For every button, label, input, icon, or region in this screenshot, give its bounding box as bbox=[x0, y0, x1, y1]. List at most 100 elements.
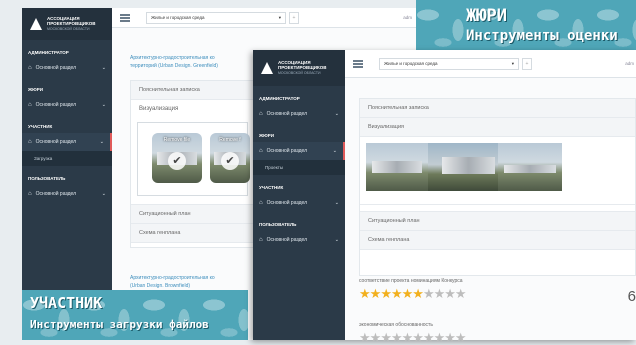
visualization-image[interactable] bbox=[428, 143, 498, 191]
sidebar-item-admin-main[interactable]: ⌂ Основной раздел ⌄ bbox=[253, 105, 345, 123]
chevron-down-icon: ▾ bbox=[278, 14, 281, 20]
participant-topbar: Жилье и городская среда ▾ + adm bbox=[112, 8, 422, 28]
row-master-plan[interactable]: Схема генплана bbox=[360, 231, 635, 250]
participant-sidebar: АССОЦИАЦИЯ ПРОЕКТИРОВЩИКОВ МОСКОВСКОЙ ОБ… bbox=[22, 8, 112, 338]
row-visualization[interactable]: Визуализация bbox=[360, 118, 635, 137]
project-title-brownfield[interactable]: Архитектурно-градостроительная ко (Urban… bbox=[130, 274, 215, 290]
chevron-down-icon: ⌄ bbox=[332, 148, 337, 154]
plus-icon[interactable]: + bbox=[522, 57, 532, 70]
sidebar-item-user-main[interactable]: ⌂ Основной раздел ⌄ bbox=[22, 185, 112, 203]
star-icon[interactable]: ★ bbox=[359, 286, 371, 301]
section-admin: АДМИНИСТРАТОР bbox=[28, 50, 69, 55]
row-visualization[interactable]: Визуализация bbox=[131, 100, 254, 118]
row-master-plan[interactable]: Схема генплана bbox=[131, 224, 254, 243]
star-icon[interactable]: ★ bbox=[380, 330, 392, 345]
star-icon[interactable]: ★ bbox=[359, 330, 371, 345]
project-card: Пояснительная записка Визуализация Ситуа… bbox=[359, 98, 636, 276]
home-icon: ⌂ bbox=[259, 111, 263, 117]
menu-icon[interactable] bbox=[120, 13, 130, 22]
project-title-line: (Urban Design. Brownfield) bbox=[130, 283, 191, 289]
jury-banner: ЖЮРИ Инструменты оценки bbox=[416, 0, 636, 54]
sidebar-item-jury-main[interactable]: ⌂ Основной раздел ⌄ bbox=[253, 142, 345, 160]
row-situation-plan[interactable]: Ситуационный план bbox=[360, 211, 635, 231]
star-icon[interactable]: ★ bbox=[444, 330, 456, 345]
star-icon[interactable]: ★ bbox=[455, 286, 467, 301]
star-icon[interactable]: ★ bbox=[434, 286, 446, 301]
section-participant: УЧАСТНИК bbox=[28, 124, 53, 129]
participant-banner: УЧАСТНИК Инструменты загрузки файлов bbox=[22, 290, 248, 340]
home-icon: ⌂ bbox=[259, 148, 263, 154]
criterion-1: соответствие проекта номинациям Конкурса… bbox=[359, 278, 636, 305]
uploaded-image[interactable]: Remove file ✔ bbox=[152, 133, 202, 183]
home-icon: ⌂ bbox=[28, 139, 32, 145]
sidebar-item-label: Основной раздел bbox=[266, 111, 308, 117]
admin-user[interactable]: adm bbox=[403, 15, 412, 20]
sidebar-item-jury-main[interactable]: ⌂ Основной раздел ⌄ bbox=[22, 96, 112, 114]
star-rating[interactable]: ★★★★★★★★★★ bbox=[359, 287, 636, 300]
remove-file-link[interactable]: Remove file bbox=[152, 137, 202, 143]
star-icon[interactable]: ★ bbox=[391, 330, 403, 345]
brand-logo[interactable]: АССОЦИАЦИЯ ПРОЕКТИРОВЩИКОВ МОСКОВСКОЙ ОБ… bbox=[22, 8, 112, 40]
star-icon[interactable]: ★ bbox=[434, 330, 446, 345]
sidebar-item-participant-main[interactable]: ⌂ Основной раздел ⌄ bbox=[22, 133, 112, 151]
logo-icon bbox=[30, 18, 42, 30]
menu-icon[interactable] bbox=[353, 59, 363, 68]
participant-banner-subtitle: Инструменты загрузки файлов bbox=[30, 318, 209, 331]
sidebar-item-admin-main[interactable]: ⌂ Основной раздел ⌄ bbox=[22, 59, 112, 77]
star-icon[interactable]: ★ bbox=[423, 330, 435, 345]
sidebar-item-label: Основной раздел bbox=[35, 191, 77, 197]
star-icon[interactable]: ★ bbox=[402, 286, 414, 301]
chevron-down-icon: ⌄ bbox=[334, 111, 339, 117]
sidebar-subitem-projects[interactable]: Проекты bbox=[253, 160, 345, 175]
row-explanatory-note[interactable]: Пояснительная записка bbox=[360, 99, 635, 118]
star-icon[interactable]: ★ bbox=[444, 286, 456, 301]
chevron-down-icon: ▾ bbox=[511, 60, 514, 66]
section-jury: ЖЮРИ bbox=[28, 87, 43, 92]
chevron-down-icon: ⌄ bbox=[334, 237, 339, 243]
star-icon[interactable]: ★ bbox=[391, 286, 403, 301]
sidebar-item-user-main[interactable]: ⌂ Основной раздел ⌄ bbox=[253, 231, 345, 249]
star-icon[interactable]: ★ bbox=[370, 286, 382, 301]
star-icon[interactable]: ★ bbox=[370, 330, 382, 345]
sidebar-item-participant-main[interactable]: ⌂ Основной раздел ⌄ bbox=[253, 194, 345, 212]
star-icon[interactable]: ★ bbox=[455, 330, 467, 345]
star-icon[interactable]: ★ bbox=[423, 286, 435, 301]
chevron-down-icon: ⌄ bbox=[101, 102, 106, 108]
sidebar-item-label: Основной раздел bbox=[266, 237, 308, 243]
section-jury: ЖЮРИ bbox=[259, 133, 274, 138]
plus-icon[interactable]: + bbox=[289, 11, 299, 24]
admin-user[interactable]: adm bbox=[625, 61, 634, 66]
chevron-down-icon: ⌄ bbox=[101, 191, 106, 197]
brand-logo[interactable]: АССОЦИАЦИЯ ПРОЕКТИРОВЩИКОВ МОСКОВСКОЙ ОБ… bbox=[253, 50, 345, 86]
jury-sidebar: АССОЦИАЦИЯ ПРОЕКТИРОВЩИКОВ МОСКОВСКОЙ ОБ… bbox=[253, 50, 345, 340]
section-user: ПОЛЬЗОВАТЕЛЬ bbox=[28, 176, 66, 181]
visualization-images bbox=[360, 137, 635, 205]
home-icon: ⌂ bbox=[28, 191, 32, 197]
star-icon[interactable]: ★ bbox=[412, 330, 424, 345]
brand-line2: ПРОЕКТИРОВЩИКОВ bbox=[47, 21, 96, 27]
select-value: Жилье и городская среда bbox=[151, 15, 205, 20]
star-icon[interactable]: ★ bbox=[412, 286, 424, 301]
visualization-image[interactable] bbox=[366, 143, 428, 191]
brand-line3: МОСКОВСКОЙ ОБЛАСТИ bbox=[47, 26, 90, 31]
uploaded-image[interactable]: Remove f ✔ bbox=[210, 133, 250, 183]
nomination-select[interactable]: Жилье и городская среда ▾ bbox=[146, 11, 286, 24]
sidebar-item-label: Основной раздел bbox=[266, 200, 308, 206]
jury-window: АССОЦИАЦИЯ ПРОЕКТИРОВЩИКОВ МОСКОВСКОЙ ОБ… bbox=[253, 50, 636, 344]
project-title-line: Архитектурно-градостроительная ко bbox=[130, 275, 215, 281]
row-situation-plan[interactable]: Ситуационный план bbox=[131, 204, 254, 224]
upload-area[interactable]: Remove file ✔ Remove f ✔ bbox=[137, 122, 250, 196]
sidebar-item-label: Основной раздел bbox=[35, 139, 77, 145]
star-rating[interactable]: ★★★★★★★★★★ bbox=[359, 331, 636, 344]
sidebar-subitem-upload[interactable]: Загрузка bbox=[22, 151, 112, 166]
nomination-select[interactable]: Жилье и городская среда ▾ bbox=[379, 57, 519, 70]
project-title-line: территорий (Urban Design. Greenfield) bbox=[130, 63, 218, 69]
project-title-greenfield[interactable]: Архитектурно-градостроительная ко террит… bbox=[130, 54, 218, 70]
star-icon[interactable]: ★ bbox=[402, 330, 414, 345]
visualization-image[interactable] bbox=[498, 143, 562, 191]
star-icon[interactable]: ★ bbox=[380, 286, 392, 301]
sidebar-item-label: Основной раздел bbox=[266, 148, 308, 154]
check-icon: ✔ bbox=[221, 151, 239, 170]
row-explanatory-note[interactable]: Пояснительная записка bbox=[131, 81, 254, 100]
remove-file-link[interactable]: Remove f bbox=[210, 137, 250, 143]
